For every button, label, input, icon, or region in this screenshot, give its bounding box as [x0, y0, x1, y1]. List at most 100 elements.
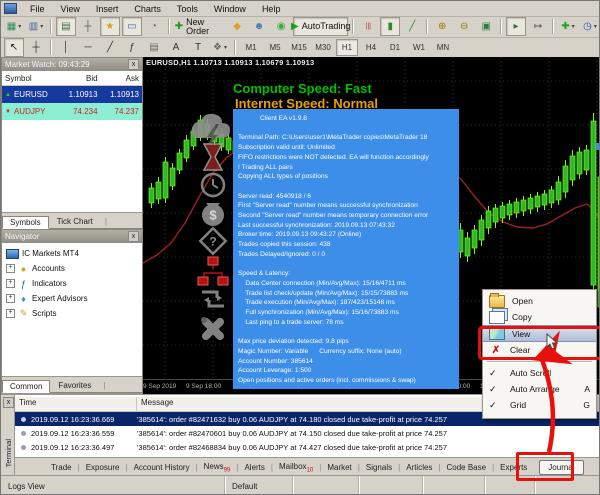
trendline-tool[interactable]: ╱	[100, 38, 120, 57]
journal-row[interactable]: 2019.09.12 16:23:36.559'385614': order #…	[15, 426, 600, 440]
menu-insert[interactable]: Insert	[88, 4, 127, 14]
zoom-out-button[interactable]: ⊖	[454, 17, 474, 36]
text-tool[interactable]: A	[166, 38, 186, 57]
bars-button[interactable]: |||	[358, 17, 378, 36]
accounts-icon: ●	[18, 264, 29, 274]
indicators-button[interactable]: ✚▾	[558, 17, 578, 36]
cursor-tool[interactable]: ↖	[4, 38, 24, 57]
symbol-row-audjpy[interactable]: ▼AUDJPY74.23474.237	[2, 103, 142, 120]
channel-tool[interactable]: ▤	[144, 38, 164, 57]
navigator-tab-common[interactable]: Common	[2, 380, 50, 393]
terminal-tab-code-base[interactable]: Code Base	[441, 463, 493, 472]
navigator-item-accounts[interactable]: +●Accounts	[6, 261, 142, 276]
periods-button[interactable]: ◷▾	[580, 17, 600, 36]
navigator-item-scripts[interactable]: +✎Scripts	[6, 306, 142, 321]
profiles-button[interactable]: ▥▾	[26, 17, 46, 36]
chart-shift-button[interactable]: ↦	[528, 17, 548, 36]
context-menu-item-auto-arrange[interactable]: ✓Auto ArrangeA	[483, 381, 596, 397]
close-icon[interactable]: x	[128, 59, 139, 70]
terminal-tab-experts[interactable]: Experts	[494, 463, 533, 472]
line-chart-button[interactable]: ╱	[402, 17, 422, 36]
timeframe-m1[interactable]: M1	[240, 39, 262, 56]
navigator-root[interactable]: IC Markets MT4	[6, 246, 142, 261]
menu-item-label: Copy	[512, 312, 532, 322]
expand-icon[interactable]: +	[6, 309, 15, 318]
timeframe-h1[interactable]: H1	[336, 39, 358, 56]
signal-button[interactable]: ◉	[271, 17, 291, 36]
zoom-in-button[interactable]: ⊕	[432, 17, 452, 36]
new-chart-button[interactable]: ▦▾	[4, 17, 24, 36]
menu-help[interactable]: Help	[254, 4, 289, 14]
context-menu-item-grid[interactable]: ✓GridG	[483, 397, 596, 413]
terminal-button[interactable]: ▭	[122, 17, 142, 36]
timeframe-m15[interactable]: M15	[288, 39, 310, 56]
tile-windows-button[interactable]: ▣	[476, 17, 496, 36]
shapes-tool[interactable]: ❖▾	[210, 38, 230, 57]
data-window-button[interactable]: ┼	[78, 17, 98, 36]
context-menu-item-view[interactable]: View	[483, 325, 596, 342]
market-watch-tab-tick-chart[interactable]: Tick Chart	[49, 215, 101, 228]
strategy-tester-button[interactable]: ◔	[144, 17, 164, 36]
menu-item-label: Auto Arrange	[510, 384, 560, 394]
hline-tool[interactable]: ─	[78, 38, 98, 57]
journal-row[interactable]: 2019.09.12 16:23:36.497'385614': order #…	[15, 440, 600, 454]
terminal-tab-journal[interactable]: Journal	[539, 460, 583, 475]
navigator-item-expert-advisors[interactable]: +♦Expert Advisors	[6, 291, 142, 306]
terminal-tab-market[interactable]: Market	[321, 463, 357, 472]
new-order-button[interactable]: ✚New Order	[174, 17, 225, 36]
terminal-tab-account-history[interactable]: Account History	[128, 463, 196, 472]
timeframe-m30[interactable]: M30	[312, 39, 334, 56]
navigator-item-label: Accounts	[32, 264, 65, 273]
menu-view[interactable]: View	[53, 4, 88, 14]
terminal-tab-signals[interactable]: Signals	[360, 463, 398, 472]
market-watch-button[interactable]: ▤	[56, 17, 76, 36]
menu-charts[interactable]: Charts	[126, 4, 169, 14]
metaeditor-button[interactable]: ◆	[227, 17, 247, 36]
market-watch-tab-symbols[interactable]: Symbols	[2, 216, 49, 229]
close-icon[interactable]: x	[3, 397, 14, 408]
menu-window[interactable]: Window	[206, 4, 254, 14]
terminal-tab-trade[interactable]: Trade	[45, 463, 78, 472]
auto-scroll-button[interactable]: ▸	[506, 17, 526, 36]
candles-button[interactable]: ▮	[380, 17, 400, 36]
column-header-symbol: Symbol	[2, 74, 59, 83]
ea-info-line: Full synchronization (Min/Avg/Max): 15/1…	[238, 308, 459, 318]
timeframe-m5[interactable]: M5	[264, 39, 286, 56]
fibo-tool[interactable]: ƒ	[122, 38, 142, 57]
menu-file[interactable]: File	[22, 4, 53, 14]
context-menu-item-clear[interactable]: ✗Clear	[483, 342, 596, 358]
context-menu-item-open[interactable]: Open	[483, 293, 596, 309]
menu-separator	[487, 361, 592, 362]
expand-icon[interactable]: +	[6, 264, 15, 273]
expand-icon[interactable]: +	[6, 294, 15, 303]
context-menu-item-copy[interactable]: Copy	[483, 309, 596, 325]
timeframe-mn[interactable]: MN	[432, 39, 454, 56]
label-tool[interactable]: T	[188, 38, 208, 57]
navigator-tab-favorites[interactable]: Favorites	[50, 379, 99, 392]
symbol-row-eurusd[interactable]: ▲EURUSD1.109131.10913	[2, 86, 142, 103]
vline-tool[interactable]: │	[56, 38, 76, 57]
terminal-tab-mailbox[interactable]: Mailbox10	[273, 462, 319, 474]
navigator-button[interactable]: ★	[100, 17, 120, 36]
symbol-cell: ▼AUDJPY	[2, 107, 59, 116]
timeframe-d1[interactable]: D1	[384, 39, 406, 56]
timeframe-w1[interactable]: W1	[408, 39, 430, 56]
crosshair-tool[interactable]: ┼	[26, 38, 46, 57]
close-icon[interactable]: x	[128, 231, 139, 242]
autotrading-button[interactable]: ▶AutoTrading	[293, 17, 348, 36]
timeframe-h4[interactable]: H4	[360, 39, 382, 56]
terminal-tab-news[interactable]: News99	[198, 462, 237, 474]
app-icon	[4, 3, 17, 14]
menu-tools[interactable]: Tools	[169, 4, 206, 14]
terminal-tab-alerts[interactable]: Alerts	[238, 463, 270, 472]
ea-info-line: Max price deviation detected: 9.8 pips	[238, 337, 459, 347]
context-menu-item-auto-scroll[interactable]: ✓Auto Scroll	[483, 365, 596, 381]
expand-icon[interactable]: +	[6, 279, 15, 288]
expert-advisor-button[interactable]: ☻	[249, 17, 269, 36]
navigator-item-indicators[interactable]: +ƒIndicators	[6, 276, 142, 291]
terminal-tab-exposure[interactable]: Exposure	[80, 463, 126, 472]
log-bullet-icon	[21, 431, 26, 436]
terminal-tab-articles[interactable]: Articles	[400, 463, 438, 472]
column-header-message: Message	[137, 397, 177, 411]
svg-text:$: $	[209, 208, 217, 223]
